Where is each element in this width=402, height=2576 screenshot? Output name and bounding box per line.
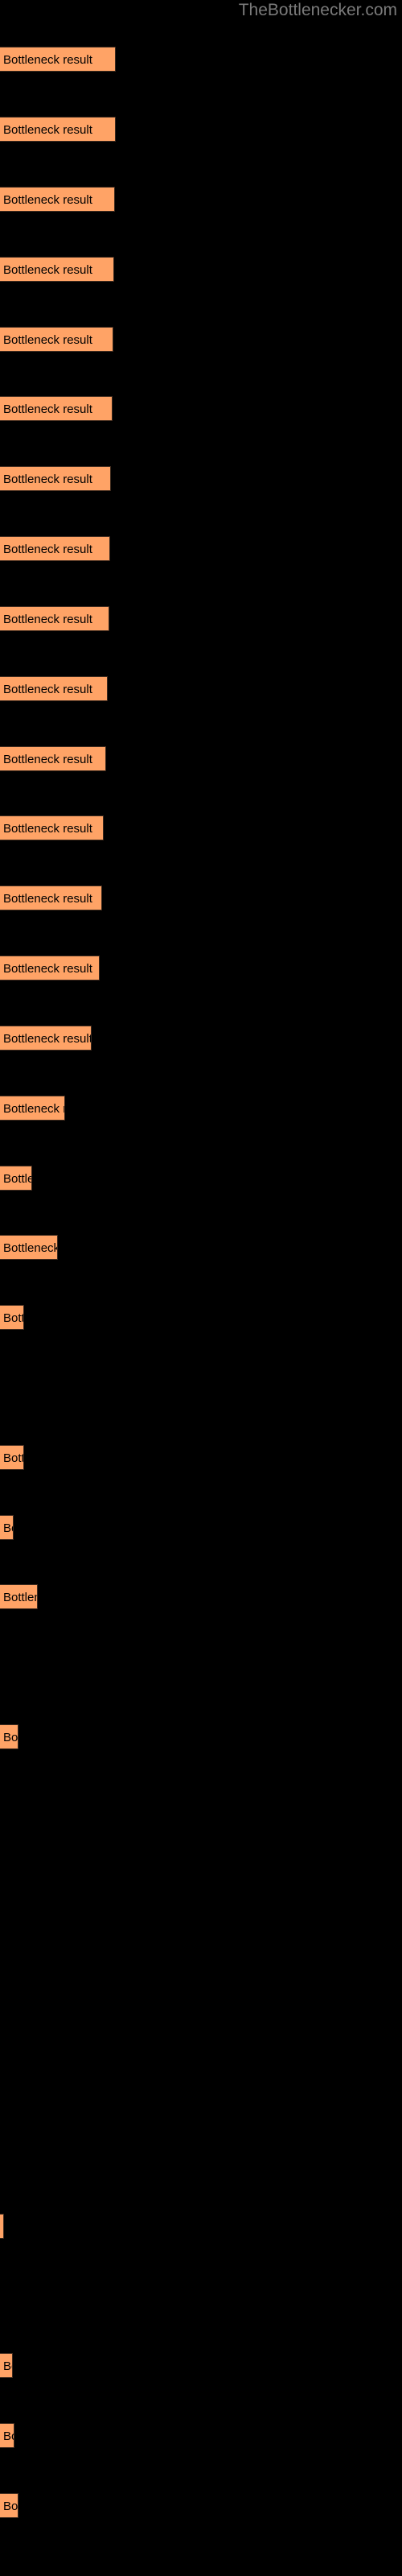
bar-label: Bottleneck result [3,473,92,486]
bar-row: Bottleneck result [0,2353,402,2378]
bar-row: Bottleneck result [0,1026,402,1051]
bar-row: Bottleneck result [0,2493,402,2518]
bar-label: Bottleneck result [3,683,92,696]
bar-label: Bottleneck result [3,822,92,836]
bar-36[interactable]: Bottleneck result [0,2493,18,2518]
bar-18[interactable]: Bottleneck result [0,1235,58,1260]
bar-label: Bottleneck result [3,333,92,347]
bottleneck-bar-chart-page: TheBottlenecker.com Bottleneck result Bot… [0,0,402,2576]
bar-label: Bottleneck result [3,1172,31,1186]
bar-row: Bottleneck result [0,536,402,561]
bar-label: Bottleneck result [3,1451,23,1465]
bar-row: Bottleneck result [0,1584,402,1609]
bar-row: Bottleneck result [0,187,402,212]
bar-row: Bottleneck result [0,1096,402,1121]
bar-label: Bottleneck result [3,892,92,906]
bar-chart-plot-area: Bottleneck result Bottleneck result Bottle… [0,0,402,2576]
bar-row: Bottleneck result [0,2423,402,2448]
bar-6[interactable]: Bottleneck result [0,396,113,421]
bar-row: Bottleneck result [0,606,402,631]
bar-label: Bottleneck result [3,1032,92,1046]
bar-17[interactable]: Bottleneck result [0,1166,32,1191]
bar-label: Bottleneck result [3,1591,37,1604]
bar-5[interactable]: Bottleneck result [0,327,113,352]
bar-label: Bottleneck result [3,1102,64,1116]
bar-19[interactable]: Bottleneck result [0,1305,24,1330]
bar-label: Bottleneck result [3,193,92,207]
bar-row: Bottleneck result [0,327,402,352]
bar-label: Bottleneck result [3,1241,58,1255]
bar-label: Bottleneck result [3,613,92,626]
bar-8[interactable]: Bottleneck result [0,536,110,561]
bar-25[interactable]: Bottleneck result [0,1724,18,1749]
bar-35[interactable]: Bottleneck result [0,2423,14,2448]
bar-label: Bottleneck result [3,962,92,976]
bar-1[interactable]: Bottleneck result [0,47,116,72]
bar-row: Bottleneck result [0,1724,402,1749]
bar-label: Bottleneck result [3,1521,13,1535]
bar-row: Bottleneck result [0,1235,402,1260]
bar-15[interactable]: Bottleneck result [0,1026,92,1051]
bar-label: Bottleneck result [3,1731,18,1744]
bar-label: Bottleneck result [3,753,92,766]
bar-7[interactable]: Bottleneck result [0,466,111,491]
bar-row: Bottleneck result [0,815,402,840]
bar-label: Bottleneck result [3,402,92,416]
bar-row: Bottleneck result [0,1305,402,1330]
bar-12[interactable]: Bottleneck result [0,815,104,840]
bar-row: Bottleneck result [0,746,402,771]
bar-34[interactable]: Bottleneck result [0,2353,13,2378]
bar-16[interactable]: Bottleneck result [0,1096,65,1121]
bar-3[interactable]: Bottleneck result [0,187,115,212]
bar-label: Bottleneck result [3,2215,4,2239]
bar-row: Bottleneck result [0,117,402,142]
bar-label: Bottleneck result [3,2429,14,2443]
bar-label: Bottleneck result [3,123,92,137]
bar-row: Bottleneck result [0,257,402,282]
bar-row: Bottleneck result [0,2214,402,2239]
bar-13[interactable]: Bottleneck result [0,886,102,910]
bar-row: Bottleneck result [0,886,402,910]
bar-row: Bottleneck result [0,396,402,421]
bar-23[interactable]: Bottleneck result [0,1584,38,1609]
bar-label: Bottleneck result [3,1311,23,1325]
bar-row: Bottleneck result [0,676,402,701]
bar-9[interactable]: Bottleneck result [0,606,109,631]
bar-label: Bottleneck result [3,2500,18,2513]
bar-row: Bottleneck result [0,466,402,491]
bar-label: Bottleneck result [3,53,92,67]
bar-row: Bottleneck result [0,956,402,980]
bar-11[interactable]: Bottleneck result [0,746,106,771]
bar-label: Bottleneck result [3,263,92,277]
bar-row: Bottleneck result [0,1515,402,1540]
bar-22[interactable]: Bottleneck result [0,1515,14,1540]
bar-32[interactable]: Bottleneck result [0,2214,4,2239]
bar-14[interactable]: Bottleneck result [0,956,100,980]
bar-row: Bottleneck result [0,47,402,72]
bar-21[interactable]: Bottleneck result [0,1445,24,1470]
bar-4[interactable]: Bottleneck result [0,257,114,282]
bar-label: Bottleneck result [3,2359,12,2373]
bar-2[interactable]: Bottleneck result [0,117,116,142]
bar-10[interactable]: Bottleneck result [0,676,108,701]
bar-label: Bottleneck result [3,543,92,556]
bar-row: Bottleneck result [0,1166,402,1191]
bar-row: Bottleneck result [0,1445,402,1470]
